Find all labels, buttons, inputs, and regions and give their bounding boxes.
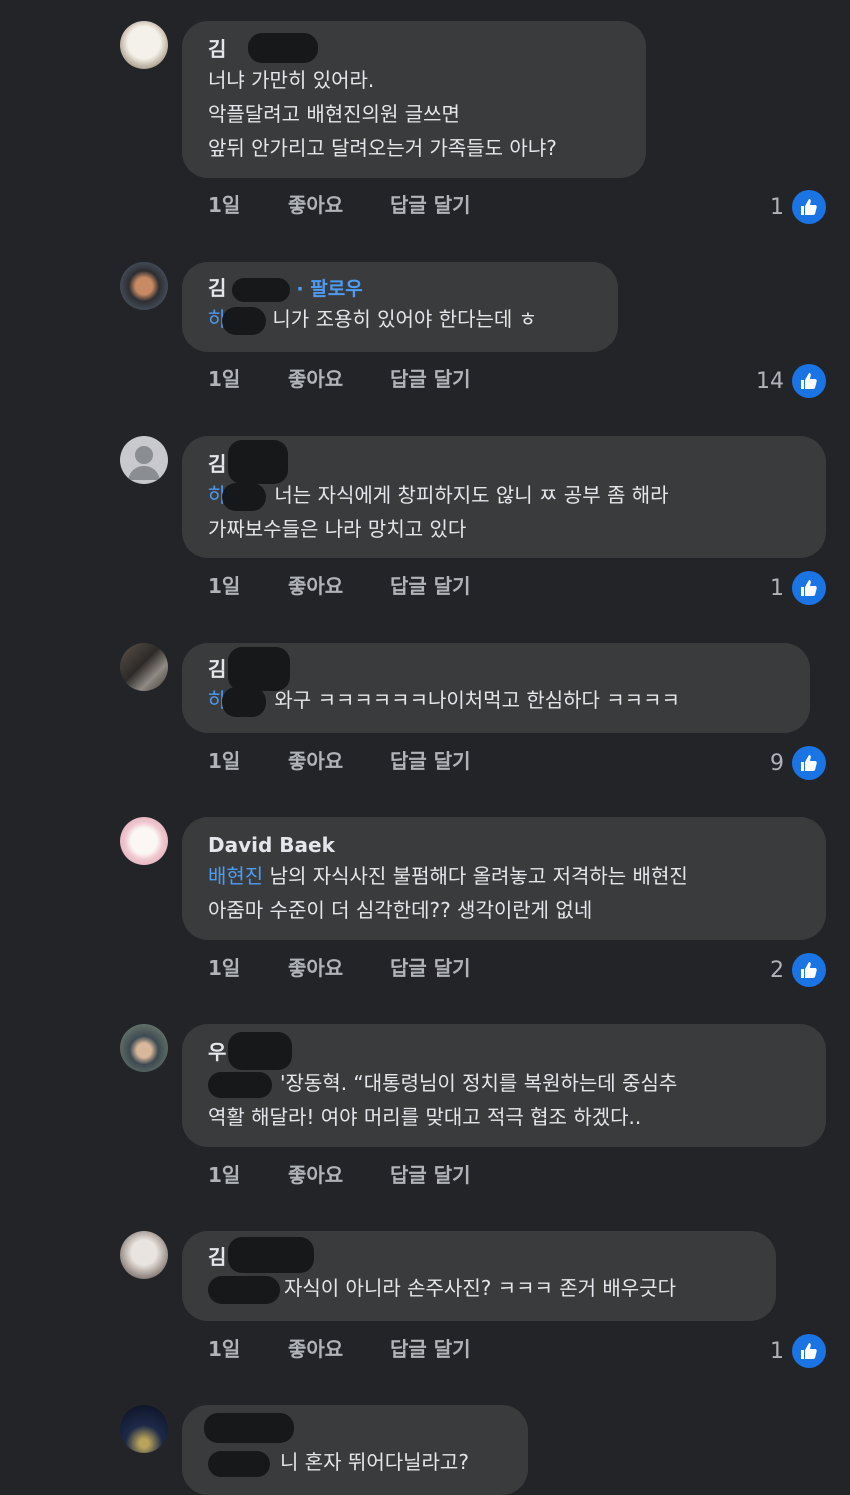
comment-text: 하 니가 조용히 있어야 한다는데 ㅎ bbox=[208, 302, 592, 336]
like-count: 2 bbox=[770, 957, 784, 983]
author-name[interactable]: 김 · 팔로우 bbox=[208, 274, 592, 302]
author-name[interactable]: 김 bbox=[208, 647, 784, 691]
comment-text: 아줌마 수준이 더 심각한데?? 생각이란게 없네 bbox=[208, 898, 593, 922]
reaction-count[interactable]: 1 bbox=[770, 1334, 826, 1368]
redaction bbox=[222, 306, 267, 335]
like-button[interactable]: 좋아요 bbox=[288, 364, 343, 394]
redaction bbox=[232, 277, 291, 302]
comment-text: 배현진 남의 자식사진 불펌해다 올려놓고 저격하는 배현진 bbox=[208, 864, 688, 888]
redaction bbox=[248, 33, 318, 63]
timestamp[interactable]: 1일 bbox=[208, 190, 240, 220]
avatar[interactable] bbox=[120, 1024, 168, 1072]
mention-link[interactable]: 배현진 bbox=[208, 864, 263, 888]
comment-bubble: 김 · 팔로우 하 니가 조용히 있어야 한다는데 ㅎ bbox=[182, 262, 618, 352]
like-button[interactable]: 좋아요 bbox=[288, 953, 343, 983]
default-avatar-icon bbox=[128, 446, 160, 480]
comment-text: 역활 해달라! 여야 머리를 맞대고 적극 협조 하겠다.. bbox=[208, 1105, 642, 1129]
reaction-count[interactable]: 14 bbox=[756, 364, 826, 398]
like-count: 1 bbox=[770, 1338, 784, 1364]
comment-bubble: 우 '장동혁. “대통령님이 정치를 복원하는데 중심추 역활 해달라! 여야 … bbox=[182, 1024, 826, 1147]
avatar[interactable] bbox=[120, 436, 168, 484]
redaction bbox=[228, 1237, 314, 1273]
comment-bubble: 김 하 와구 ㅋㅋㅋㅋㅋㅋ나이처먹고 한심하다 ㅋㅋㅋㅋ bbox=[182, 643, 810, 733]
avatar[interactable] bbox=[120, 1231, 168, 1279]
comment-bubble: David Baek 배현진 남의 자식사진 불펌해다 올려놓고 저격하는 배현… bbox=[182, 817, 826, 940]
like-button[interactable]: 좋아요 bbox=[288, 1334, 343, 1364]
author-name[interactable]: 김 bbox=[208, 1237, 750, 1273]
timestamp[interactable]: 1일 bbox=[208, 571, 240, 601]
thumbs-up-icon bbox=[792, 571, 826, 605]
avatar[interactable] bbox=[120, 262, 168, 310]
author-name[interactable]: 김 bbox=[208, 33, 620, 63]
like-count: 9 bbox=[770, 750, 784, 776]
thumbs-up-icon bbox=[792, 1334, 826, 1368]
comment-bubble: 김 자식이 아니라 손주사진? ㅋㅋㅋ 존거 배우긋다 bbox=[182, 1231, 776, 1321]
redaction bbox=[204, 1413, 294, 1443]
comment-bubble: 니 혼자 뛰어다닐라고? bbox=[182, 1405, 528, 1495]
reply-button[interactable]: 답글 달기 bbox=[390, 364, 471, 394]
reply-button[interactable]: 답글 달기 bbox=[390, 1334, 471, 1364]
reaction-count[interactable]: 1 bbox=[770, 190, 826, 224]
reply-button[interactable]: 답글 달기 bbox=[390, 953, 471, 983]
like-button[interactable]: 좋아요 bbox=[288, 1160, 343, 1190]
comment-text: 니 혼자 뛰어다닐라고? bbox=[208, 1445, 502, 1479]
redaction bbox=[222, 482, 267, 511]
like-button[interactable]: 좋아요 bbox=[288, 190, 343, 220]
redaction bbox=[208, 1275, 280, 1304]
reaction-count[interactable]: 1 bbox=[770, 571, 826, 605]
comment-text: 악플달려고 배현진의원 글쓰면 bbox=[208, 102, 460, 126]
redaction bbox=[208, 1071, 272, 1098]
timestamp[interactable]: 1일 bbox=[208, 1160, 240, 1190]
author-name[interactable]: 김 bbox=[208, 440, 800, 484]
comment-text: 자식이 아니라 손주사진? ㅋㅋㅋ 존거 배우긋다 bbox=[208, 1271, 750, 1305]
reply-button[interactable]: 답글 달기 bbox=[390, 746, 471, 776]
avatar[interactable] bbox=[120, 1405, 168, 1453]
redaction bbox=[208, 1450, 270, 1477]
reply-button[interactable]: 답글 달기 bbox=[390, 571, 471, 601]
author-name[interactable]: 우 bbox=[208, 1032, 800, 1070]
timestamp[interactable]: 1일 bbox=[208, 953, 240, 983]
follow-button[interactable]: · 팔로우 bbox=[296, 278, 362, 300]
avatar[interactable] bbox=[120, 643, 168, 691]
like-count: 14 bbox=[756, 368, 784, 394]
thumbs-up-icon bbox=[792, 190, 826, 224]
comment-text: 가짜보수들은 나라 망치고 있다 bbox=[208, 517, 467, 541]
thumbs-up-icon bbox=[792, 953, 826, 987]
comment-bubble: 김 하 너는 자식에게 창피하지도 않니 ㅉ 공부 좀 해라 가짜보수들은 나라 … bbox=[182, 436, 826, 558]
thumbs-up-icon bbox=[792, 364, 826, 398]
like-count: 1 bbox=[770, 194, 784, 220]
redaction bbox=[222, 686, 267, 717]
like-count: 1 bbox=[770, 575, 784, 601]
avatar[interactable] bbox=[120, 817, 168, 865]
avatar[interactable] bbox=[120, 21, 168, 69]
comment-bubble: 김 너냐 가만히 있어라. 악플달려고 배현진의원 글쓰면 앞뒤 안가리고 달려… bbox=[182, 21, 646, 178]
reaction-count[interactable]: 2 bbox=[770, 953, 826, 987]
author-name[interactable]: David Baek bbox=[208, 831, 800, 859]
thumbs-up-icon bbox=[792, 746, 826, 780]
reply-button[interactable]: 답글 달기 bbox=[390, 190, 471, 220]
like-button[interactable]: 좋아요 bbox=[288, 571, 343, 601]
comment-text: 하 너는 자식에게 창피하지도 않니 ㅉ 공부 좀 해라 bbox=[208, 478, 800, 512]
reaction-count[interactable]: 9 bbox=[770, 746, 826, 780]
timestamp[interactable]: 1일 bbox=[208, 746, 240, 776]
comment-text: '장동혁. “대통령님이 정치를 복원하는데 중심추 bbox=[208, 1066, 800, 1100]
reply-button[interactable]: 답글 달기 bbox=[390, 1160, 471, 1190]
author-name[interactable] bbox=[204, 1413, 502, 1445]
like-button[interactable]: 좋아요 bbox=[288, 746, 343, 776]
comment-text: 앞뒤 안가리고 달려오는거 가족들도 아냐? bbox=[208, 136, 557, 160]
redaction bbox=[228, 1032, 292, 1070]
timestamp[interactable]: 1일 bbox=[208, 364, 240, 394]
comment-text: 너냐 가만히 있어라. bbox=[208, 68, 375, 92]
comment-text: 하 와구 ㅋㅋㅋㅋㅋㅋ나이처먹고 한심하다 ㅋㅋㅋㅋ bbox=[208, 683, 784, 717]
timestamp[interactable]: 1일 bbox=[208, 1334, 240, 1364]
